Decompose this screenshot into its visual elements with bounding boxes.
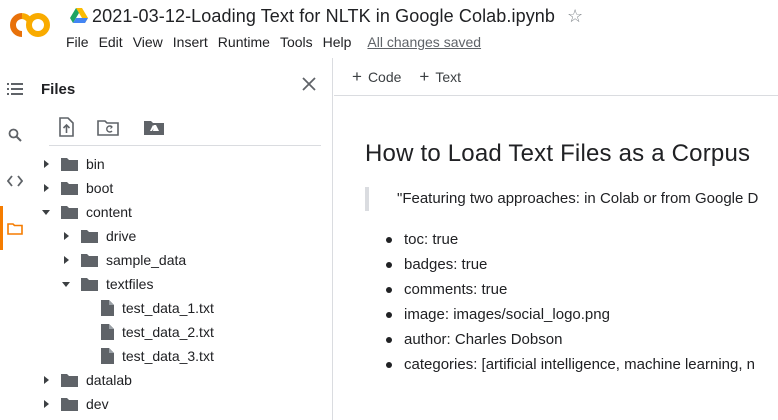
- tree-item-label: bin: [86, 156, 105, 172]
- menu-edit[interactable]: Edit: [99, 34, 123, 50]
- code-icon[interactable]: [6, 172, 24, 190]
- caret-right-icon[interactable]: [41, 183, 51, 193]
- list-item: toc: true: [386, 227, 755, 252]
- tree-folder-row[interactable]: textfiles: [29, 272, 333, 296]
- save-status[interactable]: All changes saved: [367, 34, 481, 50]
- tree-item-label: dev: [86, 396, 109, 412]
- menu-bar: File Edit View Insert Runtime Tools Help…: [66, 34, 491, 50]
- colab-logo[interactable]: [10, 11, 52, 39]
- star-icon[interactable]: ☆: [567, 7, 583, 25]
- mount-drive-icon[interactable]: [143, 116, 165, 138]
- list-item: author: Charles Dobson: [386, 327, 755, 352]
- menu-view[interactable]: View: [133, 34, 163, 50]
- file-tree: bin boot content drive sample_data textfiles t…: [29, 152, 333, 416]
- tree-item-label: test_data_3.txt: [122, 348, 214, 364]
- tree-folder-row[interactable]: dev: [29, 392, 333, 416]
- tree-item-label: content: [86, 204, 132, 220]
- tree-file-row[interactable]: test_data_1.txt: [29, 296, 333, 320]
- close-icon[interactable]: [299, 74, 319, 94]
- add-code-button[interactable]: + Code: [352, 67, 401, 87]
- google-drive-icon: [70, 8, 88, 23]
- folder-icon: [81, 254, 98, 267]
- notebook-toolbar: + Code + Text: [334, 58, 778, 96]
- tree-item-label: datalab: [86, 372, 132, 388]
- tree-folder-row[interactable]: drive: [29, 224, 333, 248]
- files-panel-title: Files: [41, 81, 76, 98]
- tree-file-row[interactable]: test_data_3.txt: [29, 344, 333, 368]
- notebook-area: + Code + Text How to Load Text Files as …: [334, 58, 778, 420]
- caret-down-icon[interactable]: [41, 207, 51, 217]
- folder-icon: [81, 278, 98, 291]
- tree-item-label: test_data_1.txt: [122, 300, 214, 316]
- menu-insert[interactable]: Insert: [173, 34, 208, 50]
- toc-icon[interactable]: [6, 80, 24, 98]
- active-indicator: [0, 206, 3, 250]
- notebook-heading: How to Load Text Files as a Corpus: [365, 140, 751, 167]
- folder-icon: [81, 230, 98, 243]
- caret-right-icon[interactable]: [41, 375, 51, 385]
- tree-folder-row[interactable]: datalab: [29, 368, 333, 392]
- tree-item-label: drive: [106, 228, 137, 244]
- folder-icon[interactable]: [6, 219, 24, 237]
- tree-item-label: sample_data: [106, 252, 187, 268]
- tree-folder-row[interactable]: content: [29, 200, 333, 224]
- folder-icon: [61, 206, 78, 219]
- menu-tools[interactable]: Tools: [280, 34, 313, 50]
- upload-icon[interactable]: [55, 116, 77, 138]
- tree-folder-row[interactable]: sample_data: [29, 248, 333, 272]
- file-icon: [101, 300, 114, 316]
- menu-runtime[interactable]: Runtime: [218, 34, 270, 50]
- list-item: badges: true: [386, 252, 755, 277]
- plus-icon: +: [352, 66, 362, 86]
- file-icon: [101, 324, 114, 340]
- folder-icon: [61, 158, 78, 171]
- notebook-content: How to Load Text Files as a Corpus "Feat…: [334, 96, 778, 420]
- caret-right-icon[interactable]: [61, 231, 71, 241]
- tree-item-label: boot: [86, 180, 114, 196]
- folder-icon: [61, 374, 78, 387]
- app-header: 2021-03-12-Loading Text for NLTK in Goog…: [0, 0, 778, 58]
- caret-right-icon[interactable]: [61, 255, 71, 265]
- add-code-label: Code: [367, 68, 402, 85]
- caret-right-icon[interactable]: [41, 159, 51, 169]
- menu-help[interactable]: Help: [323, 34, 352, 50]
- tree-item-label: textfiles: [106, 276, 154, 292]
- left-rail: [0, 58, 29, 420]
- tree-folder-row[interactable]: bin: [29, 152, 333, 176]
- folder-icon: [61, 398, 78, 411]
- tree-file-row[interactable]: test_data_2.txt: [29, 320, 333, 344]
- caret-right-icon[interactable]: [41, 399, 51, 409]
- refresh-folder-icon[interactable]: [97, 116, 119, 138]
- tree-item-label: test_data_2.txt: [122, 324, 214, 340]
- add-text-label: Text: [435, 68, 462, 85]
- folder-icon: [61, 182, 78, 195]
- add-text-button[interactable]: + Text: [419, 67, 461, 87]
- files-panel: Files bin boot content drive sample_datatext…: [29, 58, 333, 420]
- plus-icon: +: [419, 66, 430, 86]
- metadata-list: toc: true badges: true comments: true im…: [386, 227, 755, 377]
- caret-down-icon[interactable]: [61, 279, 71, 289]
- list-item: categories: [artificial intelligence, ma…: [386, 352, 755, 377]
- blockquote: "Featuring two approaches: in Colab or f…: [365, 187, 758, 211]
- files-toolbar: [49, 114, 321, 146]
- notebook-title[interactable]: 2021-03-12-Loading Text for NLTK in Goog…: [92, 6, 555, 27]
- search-icon[interactable]: [6, 126, 24, 144]
- tree-folder-row[interactable]: boot: [29, 176, 333, 200]
- list-item: image: images/social_logo.png: [386, 302, 755, 327]
- file-icon: [101, 348, 114, 364]
- menu-file[interactable]: File: [66, 34, 89, 50]
- list-item: comments: true: [386, 277, 755, 302]
